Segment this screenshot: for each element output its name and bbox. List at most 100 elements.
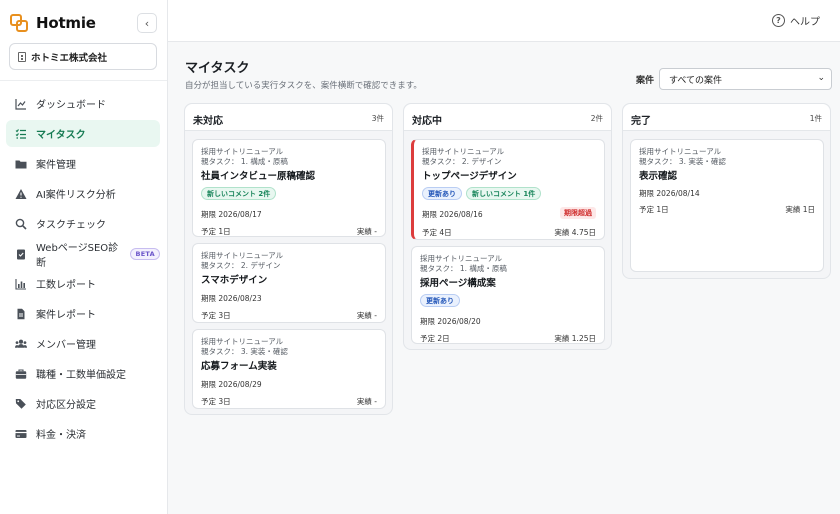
sidebar-item-categories[interactable]: 対応区分設定 [6, 390, 160, 417]
sidebar-item-members[interactable]: メンバー管理 [6, 330, 160, 357]
card-parent-task: 親タスク： 3. 実装・確認 [639, 157, 726, 166]
card-due-date: 期限 2026/08/20 [420, 317, 481, 326]
card-project: 採用サイトリニューアル [201, 337, 284, 346]
sidebar-item-label: 案件レポート [36, 310, 96, 321]
card-due: 期限 2026/08/29 [201, 379, 377, 390]
card-footer: 予定 4日 実績 4.75日 [422, 227, 596, 238]
card-due: 期限 2026/08/17 [201, 209, 377, 220]
clipboard-check-icon [15, 248, 27, 260]
card-project: 採用サイトリニューアル [201, 147, 284, 156]
sidebar-item-label: 料金・決済 [36, 430, 86, 441]
sidebar-item-roles-rates[interactable]: 職種・工数単価設定 [6, 360, 160, 387]
card-due-date: 期限 2026/08/14 [639, 189, 700, 198]
folder-icon [15, 158, 27, 170]
new-comment-badge: 新しいコメント 1件 [466, 187, 542, 200]
card-project: 採用サイトリニューアル [422, 147, 505, 156]
help-label: ヘルプ [790, 17, 820, 28]
search-icon [15, 218, 27, 230]
card-due: 期限 2026/08/14 [639, 188, 815, 199]
collapse-sidebar-button[interactable]: ‹ [137, 13, 157, 33]
card-due: 期限 2026/08/20 [420, 316, 596, 327]
company-switcher[interactable]: ホトミエ株式会社 [9, 43, 157, 70]
column-count: 1件 [809, 114, 822, 123]
sidebar-item-projects[interactable]: 案件管理 [6, 150, 160, 177]
card-parent-task: 親タスク： 2. デザイン [201, 261, 281, 270]
task-card[interactable]: 採用サイトリニューアル 親タスク： 2. デザイン スマホデザイン 期限 202… [192, 243, 386, 323]
column-count: 2件 [590, 114, 603, 123]
project-filter-select[interactable]: すべての案件 ⌄ [659, 68, 832, 90]
kanban-column-todo: 未対応 3件 採用サイトリニューアル 親タスク： 1. 構成・原稿 社員インタビ… [184, 103, 393, 415]
card-planned: 予定 4日 [422, 228, 452, 237]
sidebar-item-billing[interactable]: 料金・決済 [6, 420, 160, 447]
card-actual: 実績 - [356, 397, 377, 406]
card-footer: 予定 2日 実績 1.25日 [420, 333, 596, 344]
new-comment-badge: 新しいコメント 2件 [201, 187, 277, 200]
column-header: 未対応 3件 [185, 104, 392, 131]
brand[interactable]: Hotmie [10, 12, 96, 34]
updated-badge: 更新あり [422, 187, 462, 200]
card-due: 期限 2026/08/16 期限超過 [422, 207, 596, 220]
chevron-left-icon: ‹ [144, 16, 150, 30]
column-header: 対応中 2件 [404, 104, 611, 131]
card-due-date: 期限 2026/08/17 [201, 210, 262, 219]
topbar: ? ヘルプ [168, 0, 840, 42]
sidebar-item-label: 職種・工数単価設定 [36, 370, 126, 381]
sidebar-item-label: タスクチェック [36, 220, 106, 231]
column-count: 3件 [371, 114, 384, 123]
card-due-date: 期限 2026/08/29 [201, 380, 262, 389]
card-due-date: 期限 2026/08/23 [201, 294, 262, 303]
card-planned: 予定 2日 [420, 334, 450, 343]
card-parent-task: 親タスク： 2. デザイン [422, 157, 502, 166]
sidebar-item-label: ダッシュボード [36, 100, 106, 111]
sidebar-nav: ダッシュボード マイタスク 案件管理 AI案件リスク分析 タスクチェック Web… [6, 90, 160, 450]
sidebar-item-my-tasks[interactable]: マイタスク [6, 120, 160, 147]
card-project: 採用サイトリニューアル [201, 251, 284, 260]
kanban-column-in-progress: 対応中 2件 採用サイトリニューアル 親タスク： 2. デザイン トップページデ… [403, 103, 612, 350]
card-planned: 予定 1日 [639, 205, 669, 214]
tags-icon [15, 398, 27, 410]
task-card[interactable]: 採用サイトリニューアル 親タスク： 3. 実装・確認 応募フォーム実装 期限 2… [192, 329, 386, 409]
sidebar-item-label: WebページSEO診断 [36, 242, 119, 269]
task-card[interactable]: 採用サイトリニューアル 親タスク： 2. デザイン トップページデザイン 更新あ… [411, 139, 605, 240]
sidebar: Hotmie ‹ ホトミエ株式会社 ダッシュボード マイタスク 案件管理 AI案… [0, 0, 168, 514]
sidebar-item-label: AI案件リスク分析 [36, 190, 116, 201]
document-icon [15, 308, 27, 320]
question-circle-icon: ? [772, 14, 785, 27]
card-planned: 予定 3日 [201, 311, 231, 320]
company-name: ホトミエ株式会社 [31, 52, 108, 64]
brand-name: Hotmie [36, 14, 96, 32]
sidebar-item-label: 案件管理 [36, 160, 76, 171]
sidebar-item-seo[interactable]: WebページSEO診断 BETA [6, 240, 160, 269]
card-title: 採用ページ構成案 [420, 278, 496, 289]
sidebar-item-task-check[interactable]: タスクチェック [6, 210, 160, 237]
card-actual: 実績 1日 [785, 205, 815, 214]
task-card[interactable]: 採用サイトリニューアル 親タスク： 3. 実装・確認 表示確認 期限 2026/… [630, 139, 824, 272]
card-title: 表示確認 [639, 171, 678, 182]
briefcase-icon [15, 368, 27, 380]
card-project: 採用サイトリニューアル [639, 147, 722, 156]
kanban-column-done: 完了 1件 採用サイトリニューアル 親タスク： 3. 実装・確認 表示確認 期限… [622, 103, 831, 279]
sidebar-item-dashboard[interactable]: ダッシュボード [6, 90, 160, 117]
task-card[interactable]: 採用サイトリニューアル 親タスク： 1. 構成・原稿 社員インタビュー原稿確認 … [192, 139, 386, 237]
building-icon [18, 51, 26, 62]
task-card[interactable]: 採用サイトリニューアル 親タスク： 1. 構成・原稿 採用ページ構成案 更新あり… [411, 246, 605, 344]
beta-badge: BETA [130, 247, 160, 260]
updated-badge: 更新あり [420, 294, 460, 307]
card-footer: 予定 1日 実績 1日 [639, 204, 815, 215]
card-title: トップページデザイン [422, 171, 517, 182]
hotmie-logo-icon [10, 14, 28, 32]
sidebar-item-project-report[interactable]: 案件レポート [6, 300, 160, 327]
sidebar-item-label: マイタスク [36, 130, 86, 141]
card-actual: 実績 1.25日 [554, 334, 596, 343]
page-title: マイタスク [185, 61, 250, 76]
sidebar-item-ai-risk[interactable]: AI案件リスク分析 [6, 180, 160, 207]
card-footer: 予定 1日 実績 - [201, 226, 377, 237]
sidebar-item-effort-report[interactable]: 工数レポート [6, 270, 160, 297]
card-title: 応募フォーム実装 [201, 361, 277, 372]
card-actual: 実績 4.75日 [554, 228, 596, 237]
card-badges: 更新あり 新しいコメント 1件 [422, 187, 596, 201]
overdue-badge: 期限超過 [560, 207, 596, 219]
card-badges: 更新あり [420, 294, 596, 308]
credit-card-icon [15, 428, 27, 440]
help-link[interactable]: ? ヘルプ [772, 13, 820, 28]
